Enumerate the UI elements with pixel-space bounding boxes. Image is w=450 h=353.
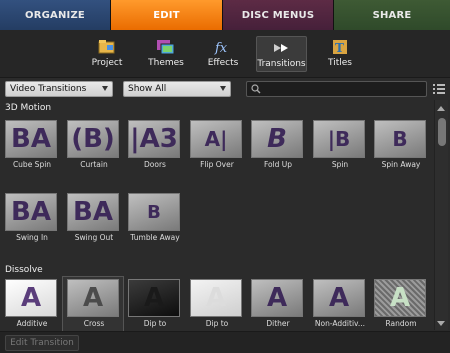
- scrollbar-thumb[interactable]: [438, 118, 446, 146]
- transition-label: Dip to: [143, 319, 167, 328]
- subtab-effects[interactable]: fx Effects: [205, 36, 241, 72]
- search-icon: [251, 84, 261, 94]
- category-dropdown[interactable]: Video Transitions: [5, 81, 113, 97]
- scroll-up-icon[interactable]: [437, 106, 445, 111]
- section-3d-motion: 3D Motion: [5, 103, 52, 113]
- transition-thumbnail: A: [313, 279, 365, 317]
- view-options-icon[interactable]: [433, 83, 445, 95]
- transition-cube-spin[interactable]: BA Cube Spin: [5, 120, 59, 169]
- subtab-themes-label: Themes: [148, 58, 184, 68]
- transition-label: Flip Over: [200, 160, 234, 169]
- svg-text:T: T: [335, 41, 344, 55]
- transition-additive[interactable]: A Additive: [5, 279, 59, 328]
- transition-spin[interactable]: |B Spin: [313, 120, 367, 169]
- transition-tumble-away[interactable]: B Tumble Away: [128, 193, 182, 242]
- transition-label: Non-Additiv...: [314, 319, 366, 328]
- tab-share[interactable]: SHARE: [334, 0, 450, 30]
- scroll-down-icon[interactable]: [437, 321, 445, 326]
- transition-spin-away[interactable]: B Spin Away: [374, 120, 428, 169]
- transition-curtain[interactable]: (B) Curtain: [67, 120, 121, 169]
- transition-thumbnail: B: [128, 193, 180, 231]
- transition-thumbnail: A: [5, 279, 57, 317]
- transition-label: Swing Out: [74, 233, 114, 242]
- transitions-grid: 3D Motion BA Cube Spin (B) Curtain |A3 D…: [0, 100, 434, 331]
- search-input[interactable]: [246, 81, 427, 97]
- transition-label: Tumble Away: [130, 233, 180, 242]
- transition-thumbnail: A: [190, 279, 242, 317]
- subtab-transitions-label: Transitions: [257, 59, 306, 69]
- project-icon: [98, 40, 115, 54]
- transition-fold-up[interactable]: B Fold Up: [251, 120, 305, 169]
- svg-text:fx: fx: [214, 41, 228, 56]
- transition-label: Fold Up: [263, 160, 293, 169]
- transition-dither[interactable]: A Dither: [251, 279, 305, 328]
- subtab-titles-label: Titles: [328, 58, 352, 68]
- transition-thumbnail: A: [67, 279, 119, 317]
- titles-icon: T: [333, 40, 347, 55]
- tab-organize[interactable]: ORGANIZE: [0, 0, 111, 30]
- transition-label: Dither: [266, 319, 290, 328]
- transition-thumbnail: |B: [313, 120, 365, 158]
- transition-thumbnail: BA: [5, 120, 57, 158]
- transition-cross[interactable]: A Cross: [67, 279, 121, 328]
- transition-thumbnail: BA: [5, 193, 57, 231]
- transition-label: Doors: [144, 160, 166, 169]
- transition-thumbnail: B: [251, 120, 303, 158]
- effects-icon: fx: [214, 41, 228, 56]
- transition-dip-to-white[interactable]: A Dip to: [190, 279, 244, 328]
- transition-label: Dip to: [205, 319, 229, 328]
- transition-thumbnail: B: [374, 120, 426, 158]
- workspace-tabs: ORGANIZE EDIT DISC MENUS SHARE: [0, 0, 450, 30]
- show-dropdown-value: Show All: [128, 84, 167, 94]
- transition-label: Random: [385, 319, 417, 328]
- transitions-icon: [273, 44, 288, 52]
- transition-thumbnail: A: [374, 279, 426, 317]
- transition-flip-over[interactable]: A| Flip Over: [190, 120, 244, 169]
- transition-label: Additive: [16, 319, 48, 328]
- chevron-down-icon: [102, 86, 108, 91]
- section-dissolve: Dissolve: [5, 265, 43, 275]
- subtab-project[interactable]: Project: [88, 36, 126, 72]
- transition-label: Spin Away: [381, 160, 421, 169]
- category-dropdown-value: Video Transitions: [10, 84, 87, 94]
- transition-label: Swing In: [16, 233, 48, 242]
- transition-thumbnail: A|: [190, 120, 242, 158]
- tab-edit[interactable]: EDIT: [111, 0, 223, 30]
- bottom-bar: Edit Transition: [0, 331, 450, 353]
- transition-label: Cube Spin: [12, 160, 52, 169]
- transition-swing-in[interactable]: BA Swing In: [5, 193, 59, 242]
- transition-label: Curtain: [80, 160, 108, 169]
- subtab-project-label: Project: [91, 58, 123, 68]
- subtab-themes[interactable]: Themes: [145, 36, 187, 72]
- vertical-scrollbar[interactable]: [434, 100, 448, 330]
- show-dropdown[interactable]: Show All: [123, 81, 231, 97]
- transition-label: Cross: [83, 319, 105, 328]
- subtab-transitions[interactable]: Transitions: [256, 36, 307, 72]
- transition-doors[interactable]: |A3 Doors: [128, 120, 182, 169]
- transition-thumbnail: (B): [67, 120, 119, 158]
- transition-thumbnail: BA: [67, 193, 119, 231]
- transition-thumbnail: A: [251, 279, 303, 317]
- edit-subtoolbar: Project Themes fx Effects Transitions T …: [0, 30, 450, 78]
- transition-random[interactable]: A Random: [374, 279, 428, 328]
- transition-thumbnail: A: [128, 279, 180, 317]
- chevron-down-icon: [220, 86, 226, 91]
- tab-disc-menus[interactable]: DISC MENUS: [223, 0, 334, 30]
- transition-label: Spin: [331, 160, 349, 169]
- filter-bar: Video Transitions Show All: [0, 78, 450, 100]
- transition-thumbnail: |A3: [128, 120, 180, 158]
- subtab-effects-label: Effects: [207, 58, 239, 68]
- transition-swing-out[interactable]: BA Swing Out: [67, 193, 121, 242]
- subtab-titles[interactable]: T Titles: [323, 36, 357, 72]
- edit-transition-button[interactable]: Edit Transition: [5, 335, 79, 351]
- transition-dip-to-black[interactable]: A Dip to: [128, 279, 182, 328]
- themes-icon: [157, 40, 175, 55]
- transition-non-additive[interactable]: A Non-Additiv...: [313, 279, 367, 328]
